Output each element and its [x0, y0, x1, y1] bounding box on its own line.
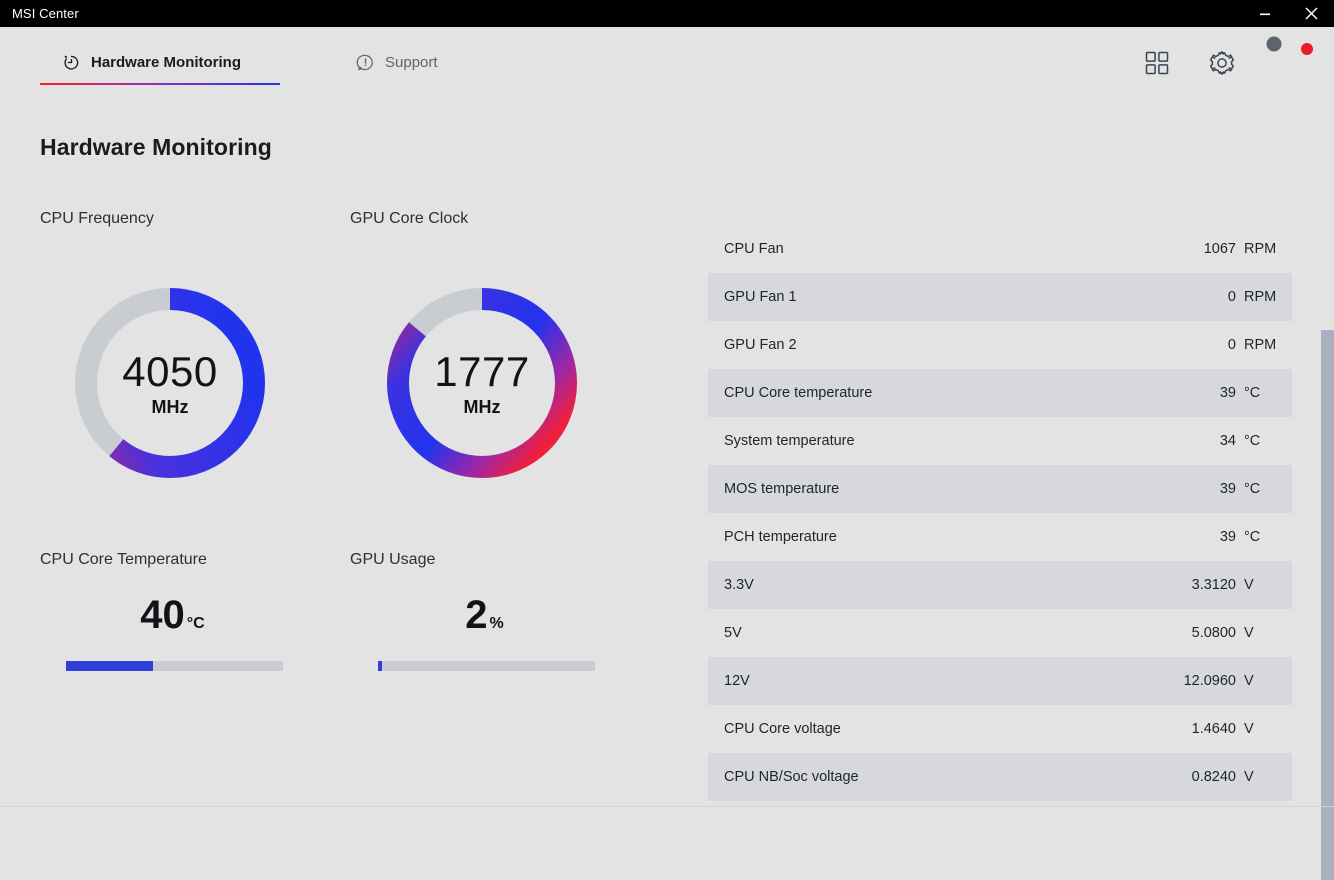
sensor-row: CPU NB/Soc voltage 0.8240 V	[708, 753, 1292, 801]
sensor-value: 0.8240	[1191, 769, 1236, 785]
sensor-name: PCH temperature	[724, 529, 837, 545]
gpu-usage-bar-fill	[378, 661, 383, 671]
sensor-unit: RPM	[1244, 337, 1277, 353]
cpu-core-temperature-bar-track	[66, 661, 283, 671]
sensor-row: System temperature 34 °C	[708, 417, 1292, 465]
avatar[interactable]	[1274, 42, 1313, 82]
sensor-row: CPU Fan 1067 RPM	[708, 225, 1292, 273]
sensor-unit: °C	[1244, 481, 1261, 497]
sensor-value: 39	[1219, 529, 1236, 545]
cpu-core-temperature-block: 40 °C	[50, 595, 295, 671]
cpu-frequency-gauge: 4050 MHz	[70, 283, 270, 483]
tab-support-label: Support	[385, 54, 438, 71]
cpu-core-temperature-unit: °C	[186, 615, 205, 632]
gpu-usage-bar-track	[378, 661, 595, 671]
sensor-name: CPU Fan	[724, 241, 784, 257]
gpu-usage-unit: %	[489, 615, 504, 632]
tab-support[interactable]: Support	[356, 27, 438, 90]
gpu-core-clock-label: GPU Core Clock	[350, 210, 469, 227]
sensor-value: 34	[1219, 433, 1236, 449]
tab-hardware-monitoring[interactable]: Hardware Monitoring	[62, 27, 241, 90]
sensor-name: MOS temperature	[724, 481, 840, 497]
sensor-name: System temperature	[724, 433, 855, 449]
sensor-name: 5V	[724, 625, 742, 641]
cpu-core-temperature-label: CPU Core Temperature	[40, 551, 207, 568]
gear-icon[interactable]	[1208, 49, 1236, 77]
sensor-value: 0	[1227, 337, 1236, 353]
sensor-value: 0	[1227, 289, 1236, 305]
sensor-unit: °C	[1244, 385, 1261, 401]
sensor-name: CPU NB/Soc voltage	[724, 769, 859, 785]
sensor-name: GPU Fan 2	[724, 337, 797, 353]
sensor-unit: RPM	[1244, 241, 1277, 257]
sensor-row: 12V 12.0960 V	[708, 657, 1292, 705]
help-bubble-icon	[356, 53, 375, 72]
sensor-row: 3.3V 3.3120 V	[708, 561, 1292, 609]
window-title: MSI Center	[12, 6, 79, 21]
sensor-name: GPU Fan 1	[724, 289, 797, 305]
gpu-core-clock-gauge: 1777 MHz	[382, 283, 582, 483]
sensor-value: 5.0800	[1191, 625, 1236, 641]
sensor-value: 39	[1219, 385, 1236, 401]
sensor-value: 12.0960	[1183, 673, 1236, 689]
nav-bar: Hardware Monitoring Support	[0, 27, 1334, 90]
bottom-divider	[0, 806, 1334, 807]
sensor-name: 3.3V	[724, 577, 754, 593]
cpu-core-temperature-value: 40	[140, 593, 185, 637]
sensor-row: CPU Core voltage 1.4640 V	[708, 705, 1292, 753]
tab-hardware-monitoring-label: Hardware Monitoring	[91, 54, 242, 71]
sensor-row: GPU Fan 1 0 RPM	[708, 273, 1292, 321]
gpu-usage-block: 2 %	[362, 595, 607, 671]
notification-badge	[1301, 42, 1313, 55]
sensor-list: CPU Fan 1067 RPM GPU Fan 1 0 RPM GPU Fan 2 0 RPM…	[708, 225, 1292, 801]
sensor-name: CPU Core voltage	[724, 721, 841, 737]
close-button[interactable]	[1288, 0, 1334, 27]
sensor-name: 12V	[724, 673, 750, 689]
sensor-value: 3.3120	[1191, 577, 1236, 593]
sensor-unit: °C	[1244, 529, 1261, 545]
scrollbar-track[interactable]	[1321, 90, 1334, 880]
sensor-name: CPU Core temperature	[724, 385, 873, 401]
apps-grid-icon[interactable]	[1144, 50, 1170, 76]
sensor-unit: V	[1244, 721, 1254, 737]
sensor-unit: V	[1244, 625, 1254, 641]
cpu-core-temperature-readout: 40 °C	[50, 595, 295, 645]
minimize-button[interactable]	[1242, 0, 1288, 27]
sensor-row: PCH temperature 39 °C	[708, 513, 1292, 561]
sensor-row: GPU Fan 2 0 RPM	[708, 321, 1292, 369]
sensor-unit: V	[1244, 673, 1254, 689]
scrollbar-thumb[interactable]	[1321, 330, 1334, 880]
gpu-usage-readout: 2 %	[362, 595, 607, 645]
sensor-unit: RPM	[1244, 289, 1277, 305]
cpu-core-temperature-bar-fill	[66, 661, 153, 671]
gpu-usage-label: GPU Usage	[350, 551, 436, 568]
sensor-value: 1067	[1203, 241, 1236, 257]
sensor-row: 5V 5.0800 V	[708, 609, 1292, 657]
window-controls	[1242, 0, 1334, 27]
gpu-usage-value: 2	[465, 593, 488, 637]
page-title: Hardware Monitoring	[40, 134, 272, 160]
sensor-value: 39	[1219, 481, 1236, 497]
sensor-unit: V	[1244, 577, 1254, 593]
sensor-unit: V	[1244, 769, 1254, 785]
active-tab-underline	[40, 83, 280, 85]
sensor-unit: °C	[1244, 433, 1261, 449]
nav-actions	[1144, 27, 1313, 90]
timer-icon	[62, 53, 81, 72]
sensor-row: CPU Core temperature 39 °C	[708, 369, 1292, 417]
sensor-row: MOS temperature 39 °C	[708, 465, 1292, 513]
title-bar: MSI Center	[0, 0, 1334, 27]
sensor-value: 1.4640	[1191, 721, 1236, 737]
cpu-frequency-label: CPU Frequency	[40, 210, 154, 227]
